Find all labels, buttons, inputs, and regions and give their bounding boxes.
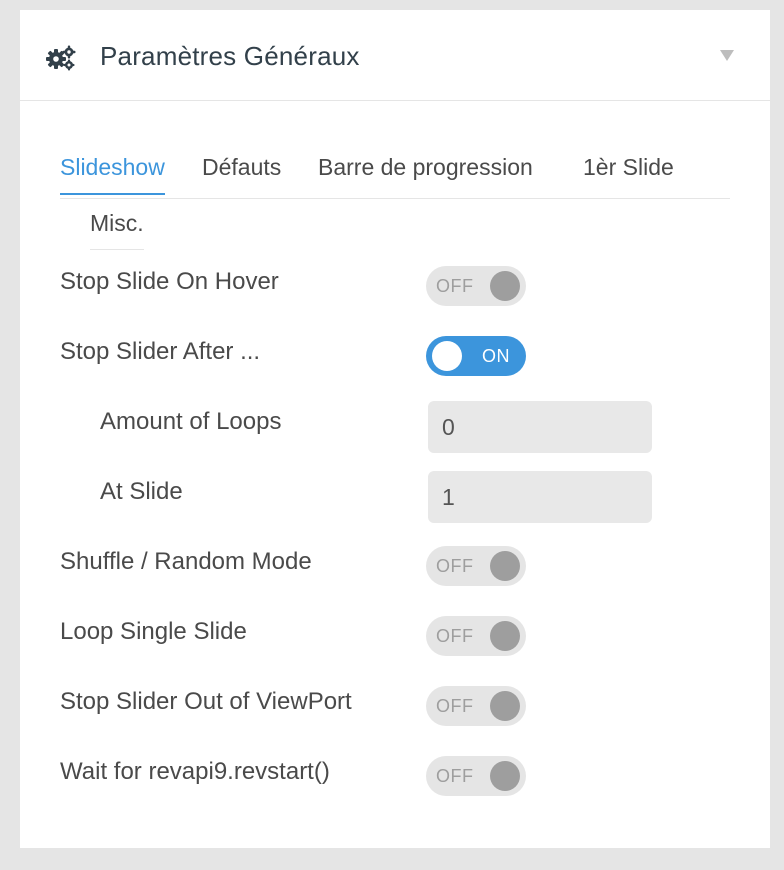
tab-misc[interactable]: Misc.: [90, 210, 144, 250]
tab-progress-bar[interactable]: Barre de progression: [318, 154, 533, 181]
panel-title: Paramètres Généraux: [100, 41, 360, 71]
toggle-knob: [490, 271, 520, 301]
shuffle-label: Shuffle / Random Mode: [60, 548, 312, 575]
gears-icon: [46, 45, 76, 71]
tab-slideshow[interactable]: Slideshow: [60, 154, 165, 195]
toggle-state: OFF: [436, 276, 474, 296]
loop-single-toggle[interactable]: OFF: [426, 616, 526, 656]
triangle-down-icon[interactable]: [720, 50, 734, 61]
toggle-knob: [432, 341, 462, 371]
amount-of-loops-input[interactable]: [428, 401, 652, 453]
wait-revstart-toggle[interactable]: OFF: [426, 756, 526, 796]
toggle-state: OFF: [436, 696, 474, 716]
out-of-viewport-toggle[interactable]: OFF: [426, 686, 526, 726]
shuffle-toggle[interactable]: OFF: [426, 546, 526, 586]
toggle-knob: [490, 551, 520, 581]
toggle-state: ON: [482, 346, 510, 366]
toggle-knob: [490, 691, 520, 721]
at-slide-label: At Slide: [100, 478, 183, 505]
toggle-state: OFF: [436, 556, 474, 576]
stop-on-hover-toggle[interactable]: OFF: [426, 266, 526, 306]
tab-first-slide[interactable]: 1èr Slide: [583, 154, 674, 181]
toggle-knob: [490, 621, 520, 651]
at-slide-input[interactable]: [428, 471, 652, 523]
toggle-state: OFF: [436, 626, 474, 646]
panel-header[interactable]: Paramètres Généraux: [20, 10, 770, 101]
general-settings-panel: Paramètres Généraux Slideshow Défauts Ba…: [20, 10, 770, 848]
stop-after-label: Stop Slider After ...: [60, 338, 261, 365]
settings-tabs: Slideshow Défauts Barre de progression 1…: [60, 148, 730, 199]
wait-revstart-label: Wait for revapi9.revstart(): [60, 758, 330, 785]
stop-on-hover-label: Stop Slide On Hover: [60, 268, 279, 295]
tab-defaults[interactable]: Défauts: [202, 154, 281, 181]
toggle-knob: [490, 761, 520, 791]
amount-of-loops-label: Amount of Loops: [100, 408, 282, 435]
stop-after-toggle[interactable]: ON: [426, 336, 526, 376]
out-of-viewport-label: Stop Slider Out of ViewPort: [60, 688, 352, 715]
loop-single-label: Loop Single Slide: [60, 618, 247, 645]
toggle-state: OFF: [436, 766, 474, 786]
